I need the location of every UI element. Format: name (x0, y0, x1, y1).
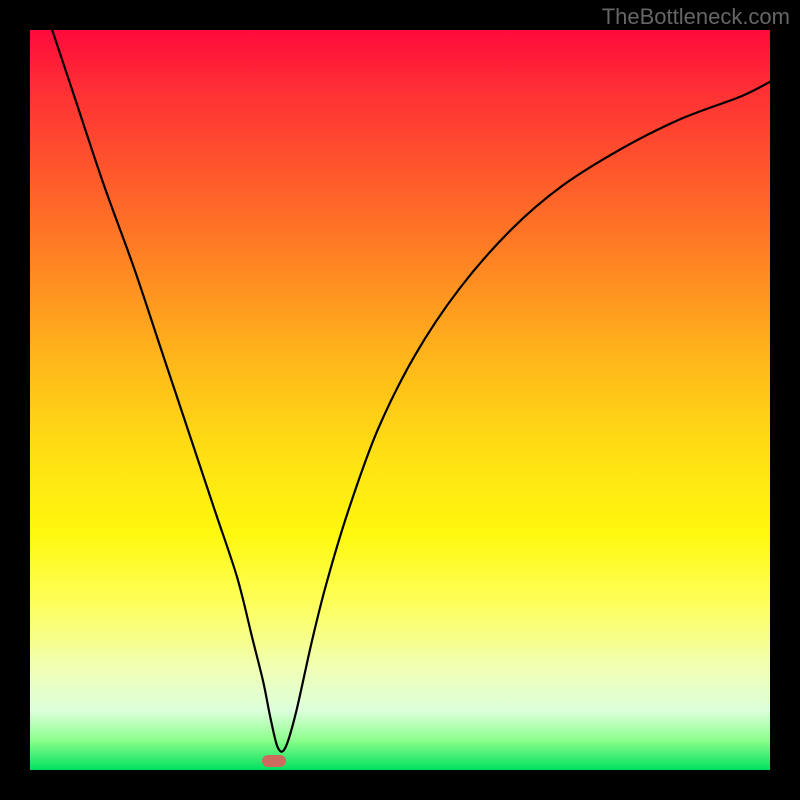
chart-curve (30, 30, 770, 770)
curve-path (52, 30, 770, 752)
plot-area (30, 30, 770, 770)
watermark-text: TheBottleneck.com (602, 4, 790, 30)
bottleneck-marker (262, 755, 286, 767)
